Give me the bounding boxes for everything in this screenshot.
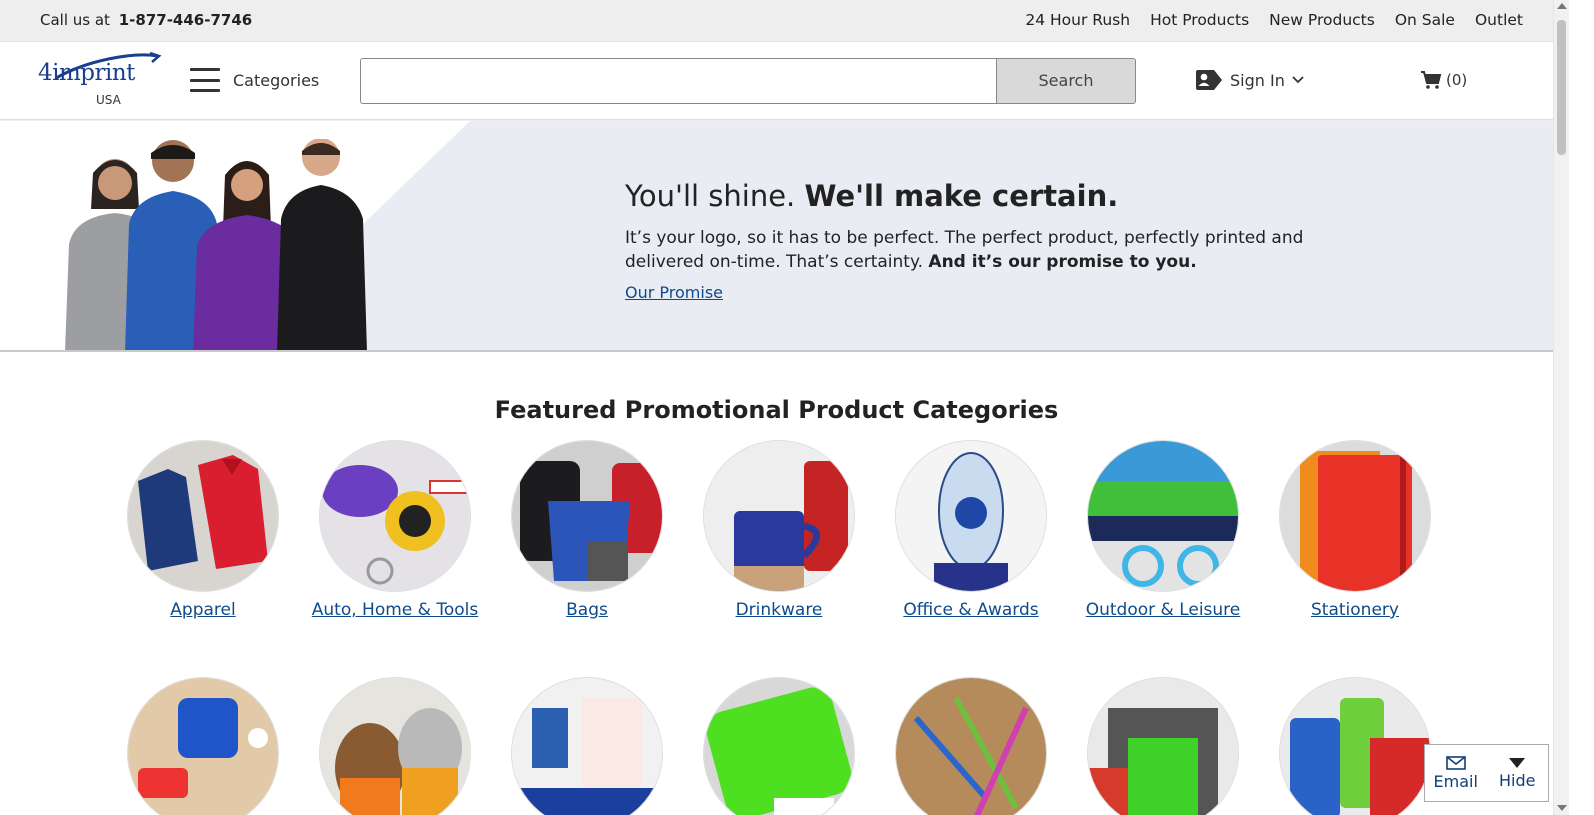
team-photo <box>65 139 367 350</box>
category-tile[interactable] <box>299 678 491 815</box>
hero-body: It’s your logo, so it has to be perfect.… <box>625 226 1325 274</box>
logo-wordmark: 4imprint <box>38 60 135 86</box>
technology-image[interactable] <box>128 678 278 815</box>
link-24-hour-rush[interactable]: 24 Hour Rush <box>1025 11 1130 29</box>
category-label[interactable]: Office & Awards <box>875 598 1067 622</box>
user-card-icon <box>1196 70 1222 90</box>
call-us: Call us at 1-877-446-7746 <box>40 11 252 29</box>
featured-categories-title: Featured Promotional Product Categories <box>494 396 1059 424</box>
office-awards-image[interactable] <box>896 441 1046 591</box>
link-on-sale[interactable]: On Sale <box>1395 11 1455 29</box>
writing-image[interactable] <box>896 678 1046 815</box>
category-tile[interactable] <box>1067 678 1259 815</box>
site-logo[interactable]: 4imprint USA <box>38 50 163 110</box>
auto-home-tools-image[interactable] <box>320 441 470 591</box>
tradeshow-image[interactable] <box>512 678 662 815</box>
email-label: Email <box>1433 771 1478 791</box>
cart-button[interactable]: (0) <box>1420 70 1467 90</box>
category-outdoor-leisure[interactable]: Outdoor & Leisure <box>1067 441 1259 622</box>
search-input[interactable] <box>360 58 996 104</box>
scroll-up-icon[interactable] <box>1557 3 1567 9</box>
utility-links: 24 Hour Rush Hot Products New Products O… <box>1025 11 1523 29</box>
kits-image[interactable] <box>1088 678 1238 815</box>
caret-down-icon <box>1509 757 1526 768</box>
category-label[interactable]: Apparel <box>107 598 299 622</box>
stationery-image[interactable] <box>1280 441 1430 591</box>
sign-in-menu[interactable]: Sign In <box>1194 69 1305 91</box>
our-promise-link[interactable]: Our Promise <box>625 283 723 302</box>
email-button[interactable]: Email <box>1425 745 1487 801</box>
envelope-icon <box>1445 755 1466 770</box>
scrollbar-thumb[interactable] <box>1557 20 1566 155</box>
category-tile[interactable] <box>875 678 1067 815</box>
category-tile[interactable] <box>683 678 875 815</box>
category-office-awards[interactable]: Office & Awards <box>875 441 1067 622</box>
hero-headline-bold: We'll make certain. <box>804 179 1119 213</box>
category-label[interactable]: Auto, Home & Tools <box>299 598 491 622</box>
utility-bar: Call us at 1-877-446-7746 24 Hour Rush H… <box>0 0 1553 42</box>
category-tile[interactable] <box>491 678 683 815</box>
hero-headline: You'll shine. We'll make certain. <box>625 179 1118 213</box>
sign-in-label: Sign In <box>1230 70 1285 90</box>
bags-image[interactable] <box>512 441 662 591</box>
chevron-down-icon <box>1292 76 1304 84</box>
cart-count: (0) <box>1446 71 1468 89</box>
category-drinkware[interactable]: Drinkware <box>683 441 875 622</box>
hide-button[interactable]: Hide <box>1487 745 1549 801</box>
category-apparel[interactable]: Apparel <box>107 441 299 622</box>
hero-banner: You'll shine. We'll make certain. It’s y… <box>0 121 1553 352</box>
category-stationery[interactable]: Stationery <box>1259 441 1451 622</box>
category-auto-home-tools[interactable]: Auto, Home & Tools <box>299 441 491 622</box>
hero-headline-light: You'll shine. <box>625 179 796 213</box>
drinkware-image[interactable] <box>704 441 854 591</box>
link-new-products[interactable]: New Products <box>1269 11 1375 29</box>
category-bags[interactable]: Bags <box>491 441 683 622</box>
outdoor-leisure-image[interactable] <box>1088 441 1238 591</box>
toys-image[interactable] <box>320 678 470 815</box>
search-button[interactable]: Search <box>996 58 1136 104</box>
category-label[interactable]: Stationery <box>1259 598 1451 622</box>
coolers-image[interactable] <box>1280 678 1430 815</box>
hide-label: Hide <box>1499 770 1536 790</box>
page-scrollbar[interactable] <box>1553 0 1569 815</box>
main-header: 4imprint USA Categories Search Sign In (… <box>0 42 1553 120</box>
category-label[interactable]: Bags <box>491 598 683 622</box>
phone-number[interactable]: 1-877-446-7746 <box>119 11 252 29</box>
feedback-widget: Email Hide <box>1424 744 1549 802</box>
scroll-down-icon[interactable] <box>1557 805 1567 811</box>
link-hot-products[interactable]: Hot Products <box>1150 11 1249 29</box>
categories-menu-label[interactable]: Categories <box>233 71 319 90</box>
hero-body-bold: And it’s our promise to you. <box>928 252 1197 272</box>
call-us-label: Call us at <box>40 11 110 29</box>
logo-region: USA <box>96 93 121 107</box>
category-tile[interactable] <box>107 678 299 815</box>
cart-icon <box>1421 71 1442 89</box>
menu-icon[interactable] <box>190 68 220 92</box>
apparel-image[interactable] <box>128 441 278 591</box>
category-tile[interactable] <box>1259 678 1451 815</box>
health-image[interactable] <box>704 678 854 815</box>
link-outlet[interactable]: Outlet <box>1475 11 1523 29</box>
category-label[interactable]: Drinkware <box>683 598 875 622</box>
category-label[interactable]: Outdoor & Leisure <box>1067 598 1259 622</box>
